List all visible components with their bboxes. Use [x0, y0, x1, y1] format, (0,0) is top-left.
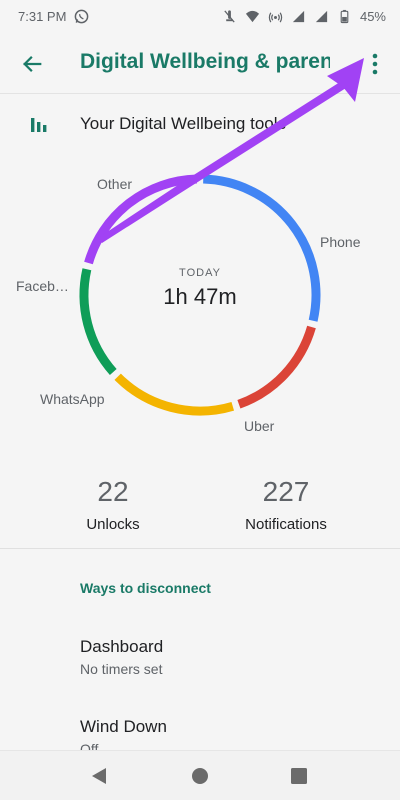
segment-label-uber[interactable]: Uber — [244, 418, 274, 434]
notifications-count: 227 — [262, 476, 310, 507]
battery-icon — [340, 9, 349, 23]
nav-home-icon — [192, 768, 208, 784]
digital-wellbeing-tools-row[interactable]: Your Digital Wellbeing tools — [0, 106, 400, 142]
back-button[interactable] — [16, 48, 48, 80]
donut-segment-whatsapp[interactable] — [114, 373, 235, 416]
unlocks-count: 22 — [97, 476, 129, 507]
bar-chart-icon — [31, 118, 47, 132]
mute-icon — [224, 9, 235, 23]
more-options-button[interactable] — [362, 48, 388, 80]
nav-back-button[interactable] — [88, 765, 110, 787]
donut-segment-facebook[interactable] — [79, 268, 117, 376]
nav-recents-icon — [291, 768, 307, 784]
signal-icon — [315, 10, 328, 22]
nav-recents-button[interactable] — [288, 765, 310, 787]
page-title: Digital Wellbeing & paren — [80, 50, 330, 73]
unlocks-label: Unlocks — [86, 516, 140, 533]
more-vert-icon — [372, 53, 378, 75]
nav-home-button[interactable] — [189, 765, 211, 787]
donut-center-value: 1h 47m — [163, 284, 237, 309]
notifications-stat[interactable]: 227 Notifications — [226, 476, 346, 533]
status-time: 7:31 PM — [18, 8, 67, 24]
arrow-back-icon — [23, 56, 42, 72]
segment-label-phone[interactable]: Phone — [320, 234, 360, 250]
usage-donut-chart: Phone Uber WhatsApp Faceb… Other TODAY 1… — [0, 150, 400, 450]
unlocks-stat[interactable]: 22 Unlocks — [53, 476, 173, 533]
list-item-dashboard[interactable]: Dashboard No timers set — [80, 637, 380, 677]
list-item-title: Dashboard — [80, 637, 164, 656]
segment-label-other[interactable]: Other — [97, 176, 132, 192]
nav-back-icon — [92, 768, 106, 784]
donut-segment-uber[interactable] — [237, 325, 316, 409]
divider — [0, 548, 400, 549]
notifications-label: Notifications — [245, 516, 327, 533]
segment-label-facebook[interactable]: Faceb… — [16, 278, 69, 294]
tools-label: Your Digital Wellbeing tools — [80, 114, 287, 133]
section-title: Ways to disconnect — [80, 580, 211, 596]
whatsapp-icon — [75, 9, 89, 23]
list-item-title: Wind Down — [80, 717, 167, 736]
wifi-icon — [245, 10, 260, 22]
donut-center-label: TODAY — [179, 267, 221, 279]
app-bar: Digital Wellbeing & paren — [0, 32, 400, 94]
battery-level: 45% — [359, 8, 386, 24]
hotspot-icon — [268, 11, 283, 22]
system-nav-bar — [0, 750, 400, 800]
segment-label-whatsapp[interactable]: WhatsApp — [40, 391, 105, 407]
list-item-subtitle: Off — [80, 741, 99, 750]
list-item-wind-down[interactable]: Wind Down Off — [80, 717, 380, 750]
signal-icon — [292, 10, 305, 22]
status-bar: 7:31 PM 45% — [0, 0, 400, 32]
list-item-subtitle: No timers set — [80, 661, 163, 677]
